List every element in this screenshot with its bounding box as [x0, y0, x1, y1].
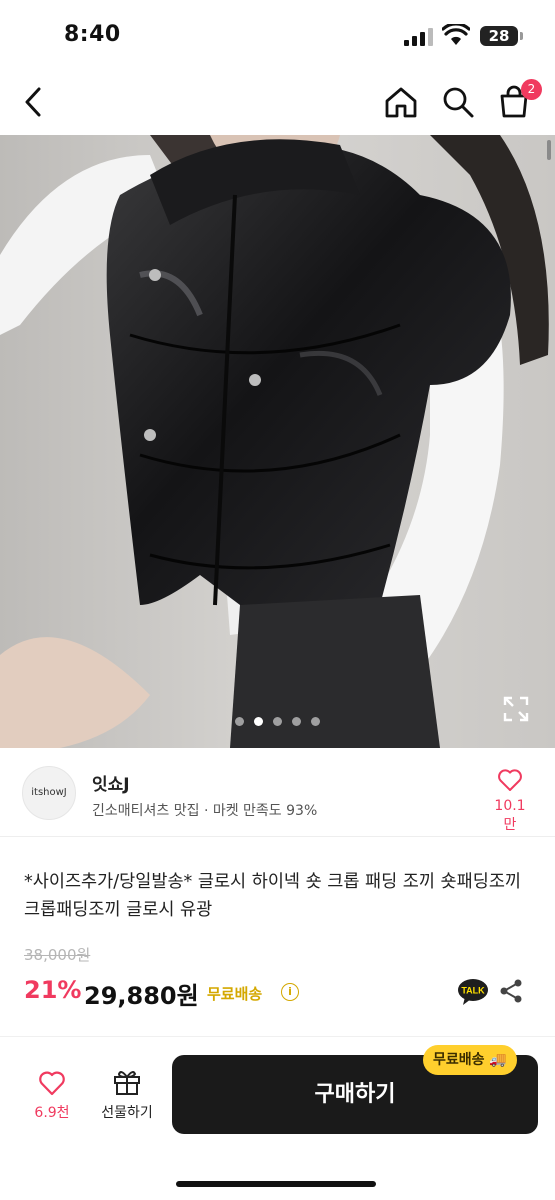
wish-count: 6.9천	[34, 1105, 70, 1121]
top-nav	[0, 70, 555, 134]
home-indicator[interactable]	[176, 1181, 376, 1187]
original-price: 38,000원	[24, 946, 91, 964]
share-icon[interactable]	[498, 978, 524, 1004]
battery-level: 28	[480, 26, 518, 46]
wish-button[interactable]: 6.9천	[26, 1070, 78, 1122]
product-title: *사이즈추가/당일발송* 글로시 하이넥 숏 크롭 패딩 조끼 숏패딩조끼 크롭…	[24, 872, 522, 920]
pagination-dot[interactable]	[311, 717, 320, 726]
home-icon[interactable]	[383, 84, 419, 120]
gift-icon	[114, 1071, 140, 1095]
shop-name[interactable]: 잇쇼J	[92, 770, 130, 795]
cart-count-badge: 2	[521, 79, 542, 100]
pagination-dot-active[interactable]	[254, 717, 263, 726]
product-photo	[0, 135, 555, 748]
sale-price: 29,880원	[84, 982, 199, 1010]
shop-like-count: 10.1만	[494, 798, 526, 833]
gift-label: 선물하기	[101, 1105, 153, 1121]
discount-rate: 21%	[24, 976, 82, 1004]
cellular-signal-icon	[404, 28, 433, 46]
scrollbar[interactable]	[547, 140, 551, 160]
shop-logo[interactable]: itshowJ	[22, 766, 76, 820]
info-icon[interactable]: i	[281, 983, 299, 1001]
back-chevron-icon[interactable]	[16, 84, 52, 120]
heart-icon	[39, 1071, 65, 1096]
heart-icon	[498, 769, 522, 791]
free-shipping-tag: 무료배송 🚚	[423, 1045, 517, 1075]
gallery-pagination	[0, 711, 555, 726]
expand-icon[interactable]	[502, 695, 530, 723]
talk-text: TALK	[461, 986, 485, 996]
pagination-dot[interactable]	[292, 717, 301, 726]
status-bar: 8:40 28	[0, 0, 555, 70]
free-shipping-label: 무료배송	[207, 985, 263, 1003]
battery-nub	[520, 32, 523, 40]
pagination-dot[interactable]	[273, 717, 282, 726]
status-time: 8:40	[64, 22, 121, 47]
pagination-dot[interactable]	[235, 717, 244, 726]
shop-info[interactable]: itshowJ 잇쇼J 긴소매티셔츠 맛집 · 마켓 만족도 93% 10.1만	[0, 748, 555, 837]
search-icon[interactable]	[440, 84, 476, 120]
kakao-talk-icon[interactable]: TALK	[457, 978, 489, 1006]
shop-like-button[interactable]: 10.1만	[488, 768, 532, 834]
gift-button[interactable]: 선물하기	[92, 1068, 162, 1122]
product-image[interactable]	[0, 135, 555, 748]
wifi-icon	[442, 24, 470, 45]
divider	[0, 1036, 555, 1037]
shop-subtitle: 긴소매티셔츠 맛집 · 마켓 만족도 93%	[92, 803, 318, 819]
